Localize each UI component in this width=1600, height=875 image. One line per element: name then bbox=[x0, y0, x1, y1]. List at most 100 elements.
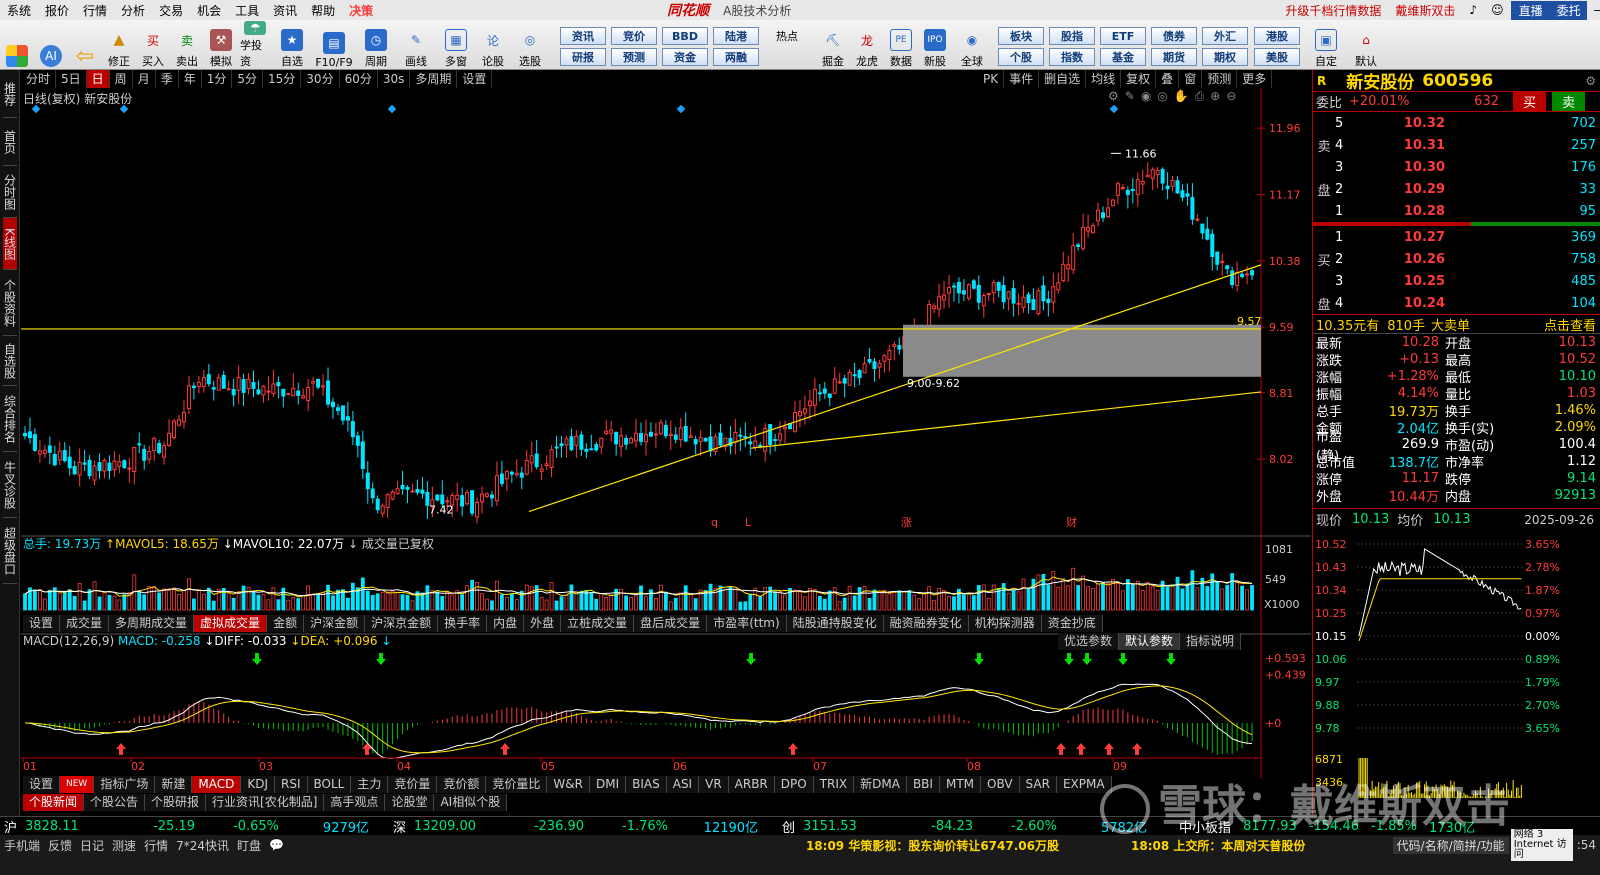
watchlist-button[interactable]: ★ 自选 bbox=[274, 21, 310, 69]
bottom-indicator-tab[interactable]: VR bbox=[699, 776, 729, 793]
quick-bbd[interactable]: BBD bbox=[662, 27, 708, 45]
book-row[interactable]: 盘 4 10.24 104 bbox=[1313, 292, 1600, 314]
indicator-tab[interactable]: 融资融券变化 bbox=[883, 615, 969, 632]
book-row[interactable]: 5 10.32 702 bbox=[1313, 112, 1600, 134]
indicator-tab[interactable]: 市盈率(ttm) bbox=[707, 615, 787, 632]
book-row[interactable]: 1 10.28 95 bbox=[1313, 200, 1600, 222]
period-tab[interactable]: 季 bbox=[156, 70, 179, 88]
quick-options[interactable]: 期权 bbox=[1202, 48, 1248, 66]
forum-button[interactable]: 论论股 bbox=[478, 21, 508, 69]
bottom-indicator-tab[interactable]: DPO bbox=[774, 776, 814, 793]
indicator-tab[interactable]: 多周期成交量 bbox=[109, 615, 195, 632]
chart-tool-button[interactable]: 更多 bbox=[1237, 70, 1273, 88]
menu-item[interactable]: 报价 bbox=[38, 2, 76, 19]
minimize-icon[interactable]: — bbox=[1587, 3, 1600, 17]
ad-link[interactable]: 升级千档行情数据 bbox=[1278, 2, 1388, 19]
quick-etf[interactable]: ETF bbox=[1100, 27, 1146, 45]
bottom-indicator-tab[interactable]: ASI bbox=[666, 776, 700, 793]
indicator-tab[interactable]: 金额 bbox=[267, 615, 305, 632]
data-button[interactable]: PE 数据 bbox=[886, 21, 916, 69]
bottom-indicator-tab[interactable]: 设置 bbox=[23, 776, 61, 793]
dig-button[interactable]: ⛏ 掘金 bbox=[818, 21, 848, 69]
period-tab[interactable]: 周 bbox=[110, 70, 133, 88]
quick-report[interactable]: 研报 bbox=[560, 48, 606, 66]
book-row[interactable]: 买 2 10.26 758 bbox=[1313, 248, 1600, 270]
nav-watchlist[interactable]: 自选股 bbox=[2, 336, 17, 386]
menu-item[interactable]: 工具 bbox=[228, 2, 266, 19]
news-tab[interactable]: 高手观点 bbox=[324, 794, 386, 811]
bottom-item[interactable]: 盯盘 bbox=[233, 837, 265, 854]
nav-recommend[interactable]: 推荐 bbox=[2, 70, 17, 118]
menu-item[interactable]: 交易 bbox=[152, 2, 190, 19]
bottom-item[interactable]: 手机端 bbox=[0, 837, 44, 854]
ipo-button[interactable]: IPO 新股 bbox=[920, 21, 950, 69]
bottom-indicator-tab[interactable]: SAR bbox=[1019, 776, 1057, 793]
chart-tool-button[interactable]: 均线 bbox=[1086, 70, 1122, 88]
nav-timeshare[interactable]: 分时图 bbox=[2, 166, 17, 218]
period-tab[interactable]: 年 bbox=[179, 70, 202, 88]
bottom-indicator-tab[interactable]: 竞价额 bbox=[437, 776, 487, 793]
book-row[interactable]: 1 10.27 369 bbox=[1313, 226, 1600, 248]
bottom-indicator-tab[interactable]: 竞价量比 bbox=[486, 776, 548, 793]
sell-quick-button[interactable]: 卖 bbox=[1552, 92, 1586, 111]
sell-button[interactable]: 卖卖出 bbox=[172, 21, 202, 69]
bottom-indicator-tab[interactable]: 指标广场 bbox=[94, 776, 156, 793]
draw-button[interactable]: ✎ 画线 bbox=[398, 21, 434, 69]
indicator-tab[interactable]: 设置 bbox=[23, 615, 61, 632]
bottom-indicator-tab[interactable]: RSI bbox=[275, 776, 308, 793]
menu-item[interactable]: 资讯 bbox=[266, 2, 304, 19]
quick-funds[interactable]: 资金 bbox=[662, 48, 708, 66]
indicator-tab[interactable]: 立桩成交量 bbox=[561, 615, 635, 632]
bottom-indicator-tab[interactable]: BIAS bbox=[626, 776, 667, 793]
quick-margin[interactable]: 两融 bbox=[713, 48, 759, 66]
default-button[interactable]: ⌂ 默认 bbox=[1348, 21, 1384, 69]
quick-us[interactable]: 美股 bbox=[1254, 48, 1300, 66]
chart-tool-button[interactable]: 删自选 bbox=[1039, 70, 1087, 88]
period-tab[interactable]: 60分 bbox=[340, 70, 378, 88]
nav-home[interactable]: 首页 bbox=[2, 118, 17, 166]
quick-futures[interactable]: 期货 bbox=[1151, 48, 1197, 66]
book-row[interactable]: 卖 4 10.31 257 bbox=[1313, 134, 1600, 156]
quick-hk-connect[interactable]: 陆港 bbox=[713, 27, 759, 45]
intraday-mini-chart[interactable]: 10.52 10.43 10.34 10.25 10.15 10.06 9.97 9.88 9.… bbox=[1313, 530, 1600, 798]
menu-item[interactable]: 决策 bbox=[342, 2, 380, 19]
quick-hk[interactable]: 港股 bbox=[1254, 27, 1300, 45]
indicator-tab[interactable]: 成交量 bbox=[60, 615, 110, 632]
bottom-indicator-tab[interactable]: BOLL bbox=[307, 776, 352, 793]
menu-item[interactable]: 帮助 bbox=[304, 2, 342, 19]
quick-bond[interactable]: 债券 bbox=[1151, 27, 1197, 45]
windows-icon[interactable] bbox=[2, 21, 32, 69]
indicator-tab[interactable]: 换手率 bbox=[438, 615, 488, 632]
indicator-tab[interactable]: 沪深金额 bbox=[304, 615, 366, 632]
menu-item[interactable]: 分析 bbox=[114, 2, 152, 19]
news-tab[interactable]: 行业资讯[农化制品] bbox=[206, 794, 325, 811]
bottom-item[interactable]: 日记 bbox=[76, 837, 108, 854]
quick-forex[interactable]: 外汇 bbox=[1202, 27, 1248, 45]
buy-quick-button[interactable]: 买 bbox=[1513, 92, 1547, 111]
period-tab[interactable]: 15分 bbox=[263, 70, 302, 88]
nav-profile[interactable]: 个股资料 bbox=[2, 270, 17, 336]
menu-item[interactable]: 系统 bbox=[0, 2, 38, 19]
nav-diagnose[interactable]: 牛叉诊股 bbox=[2, 452, 17, 518]
period-tab[interactable]: 30分 bbox=[301, 70, 340, 88]
indicator-tab[interactable]: 陆股通持股变化 bbox=[786, 615, 884, 632]
chart-tool-button[interactable]: PK bbox=[978, 70, 1005, 88]
stock-select-button[interactable]: ◎ 选股 bbox=[512, 21, 548, 69]
book-row[interactable]: 3 10.25 485 bbox=[1313, 270, 1600, 292]
chart-tool-button[interactable]: 叠 bbox=[1156, 70, 1180, 88]
nav-kline[interactable]: K线图 bbox=[2, 218, 17, 270]
bottom-indicator-tab[interactable]: 新建 bbox=[155, 776, 193, 793]
book-row[interactable]: 盘 2 10.29 33 bbox=[1313, 178, 1600, 200]
period-tab[interactable]: 1分 bbox=[202, 70, 233, 88]
bottom-indicator-tab[interactable]: 主力 bbox=[351, 776, 389, 793]
custom-button[interactable]: ▣ 自定 bbox=[1308, 21, 1344, 69]
quick-index-futures[interactable]: 股指 bbox=[1049, 27, 1095, 45]
bottom-indicator-tab[interactable]: TRIX bbox=[813, 776, 855, 793]
dragon-button[interactable]: 龙龙虎 bbox=[852, 21, 882, 69]
quick-sector[interactable]: 板块 bbox=[998, 27, 1044, 45]
indicator-tab[interactable]: 虚拟成交量 bbox=[194, 615, 268, 632]
chart-tool-button[interactable]: 窗 bbox=[1179, 70, 1203, 88]
nav-ranking[interactable]: 综合排名 bbox=[2, 386, 17, 452]
chart-tool-button[interactable]: 复权 bbox=[1121, 70, 1157, 88]
ad-link[interactable]: 戴维斯双击 bbox=[1388, 2, 1462, 19]
